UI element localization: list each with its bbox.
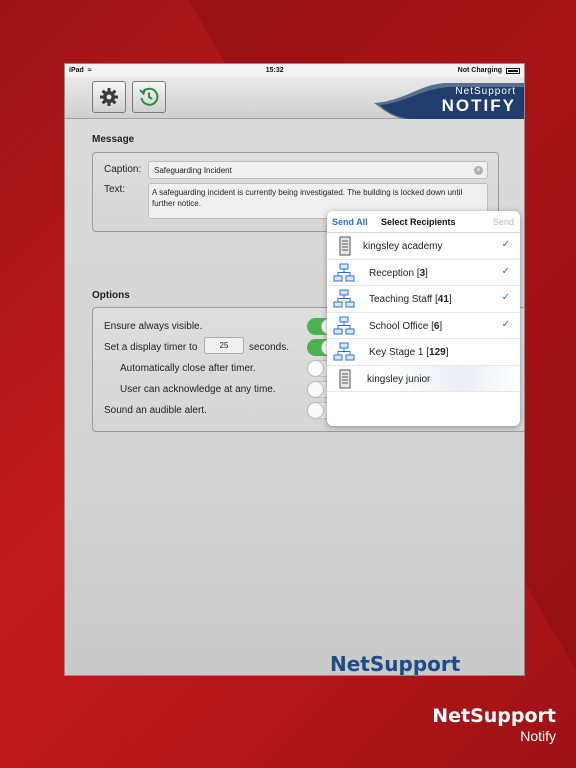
select-recipients-popover: Send All Select Recipients Send kingsley… — [327, 211, 520, 426]
timer-suffix-label: seconds. — [249, 342, 290, 353]
caption-field[interactable]: Safeguarding Incident × — [148, 161, 488, 179]
checkmark-icon: ✓ — [501, 265, 510, 277]
recipient-name: Teaching Staff — [369, 294, 433, 305]
recipient-count: 41 — [437, 294, 449, 305]
corner-brand-product: Notify — [520, 728, 556, 744]
status-bar: iPad ≈ 15:32 Not Charging — [65, 64, 524, 77]
popover-title: Select Recipients — [381, 217, 456, 227]
clear-icon[interactable]: × — [474, 166, 483, 175]
recipient-kingsley-junior[interactable]: kingsley junior — [327, 365, 520, 392]
recipient-name: Reception — [369, 267, 415, 279]
ipad-screen: iPad ≈ 15:32 Not Charging NetSupport NOT… — [64, 63, 525, 676]
recipient-reception[interactable]: Reception [3] ✓ — [327, 260, 520, 286]
corner-brand-logo: NetSupport Notify — [432, 705, 556, 744]
recipient-count: 6 — [433, 320, 440, 332]
recipient-name: School Office — [369, 320, 429, 332]
timer-input[interactable]: 25 — [204, 337, 244, 354]
recipient-key-stage-1[interactable]: Key Stage 1 [129] — [327, 339, 520, 366]
options-section-label: Options — [92, 290, 130, 301]
toggle-knob — [307, 360, 324, 377]
network-group-icon — [333, 316, 355, 334]
recipient-count: 129 — [429, 347, 446, 358]
brand-bottom-text: NOTIFY — [441, 96, 516, 115]
recipient-label: Teaching Staff [41] — [369, 294, 452, 305]
recipient-count: 3 — [419, 267, 426, 279]
server-icon — [339, 369, 351, 388]
network-group-icon — [333, 263, 355, 281]
battery-icon — [506, 67, 520, 74]
always-visible-label: Ensure always visible. — [104, 321, 203, 332]
toggle-knob — [307, 402, 324, 419]
status-time: 15:32 — [265, 67, 284, 74]
checkmark-icon: ✓ — [501, 318, 510, 330]
recipient-name: Key Stage 1 — [369, 347, 424, 358]
checkmark-icon: ✓ — [501, 292, 510, 303]
history-button[interactable] — [132, 81, 166, 113]
recipient-label: School Office [6] — [369, 320, 443, 332]
corner-brand-name: NetSupport — [432, 705, 556, 727]
checkmark-icon: ✓ — [501, 239, 510, 250]
recipient-label: Reception [3] — [369, 267, 428, 279]
history-icon — [139, 87, 159, 106]
network-group-icon — [333, 342, 355, 361]
recipient-school-office[interactable]: School Office [6] ✓ — [327, 313, 520, 339]
send-button[interactable]: Send — [493, 217, 514, 227]
timer-prefix-label: Set a display timer to — [104, 342, 198, 353]
text-label: Text: — [104, 184, 126, 195]
auto-close-label: Automatically close after timer. — [120, 363, 256, 374]
audible-alert-label: Sound an audible alert. — [104, 405, 207, 416]
caption-value: Safeguarding Incident — [154, 166, 232, 175]
recipient-name: kingsley academy — [363, 241, 443, 252]
server-icon — [339, 236, 351, 256]
brand-logo: NetSupport NOTIFY — [441, 87, 516, 115]
send-all-button[interactable]: Send All — [332, 217, 368, 227]
acknowledge-label: User can acknowledge at any time. — [120, 384, 276, 395]
recipient-teaching-staff[interactable]: Teaching Staff [41] ✓ — [327, 286, 520, 313]
popover-header: Send All Select Recipients Send — [327, 211, 520, 233]
netsupport-footer-logo: NetSupport — [330, 652, 461, 676]
wifi-icon: ≈ — [87, 67, 92, 74]
device-label: iPad — [69, 67, 84, 74]
toggle-knob — [307, 381, 324, 398]
message-text-value: A safeguarding incident is currently bei… — [152, 188, 463, 208]
message-section-label: Message — [92, 134, 135, 145]
recipient-name: kingsley junior — [367, 373, 431, 385]
battery-status-text: Not Charging — [457, 67, 502, 74]
caption-label: Caption: — [104, 164, 142, 175]
recipient-label: Key Stage 1 [129] — [369, 347, 449, 358]
settings-button[interactable] — [92, 81, 126, 113]
gear-icon — [100, 88, 118, 106]
network-group-icon — [333, 289, 355, 308]
toolbar: NetSupport NOTIFY — [65, 77, 524, 119]
recipient-kingsley-academy[interactable]: kingsley academy ✓ — [327, 233, 520, 260]
